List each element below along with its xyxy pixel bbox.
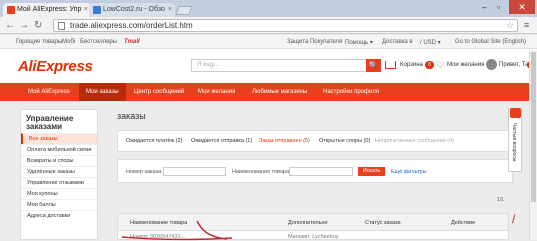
nav-profile-settings[interactable]: Настройки профиля [323,83,379,101]
page-icon [58,22,65,30]
robot-icon [510,108,521,118]
tab-unread-messages[interactable]: Непрочитанные сообщения (4) [375,138,454,144]
tab-shipped[interactable]: Заказ отправлен (5) [259,138,310,144]
wishlist-label[interactable]: Мои желания [447,62,484,68]
faq-label: Частые вопросы [511,123,517,162]
maximize-icon[interactable]: ▫ [497,1,500,13]
new-tab-button[interactable] [175,6,193,15]
back-icon[interactable]: ← [5,19,15,32]
browser-tab-lowcost[interactable]: LowCost2.ru - Обзо × [89,3,175,17]
handwritten-mark: / [512,212,516,226]
nav-message-center[interactable]: Центр сообщений [134,83,184,101]
util-global-site[interactable]: Go to Global Site (English) [455,39,526,45]
col-extra: Дополнительно [288,220,328,226]
nav-wishlist[interactable]: Мои желания [198,83,235,101]
nav-favorite-stores[interactable]: Любимые магазины [252,83,307,101]
faq-widget[interactable]: Частые вопросы [508,108,522,172]
url-text: trade.aliexpress.com/orderList.htm [70,21,193,30]
util-ship-to[interactable]: Доставка в [382,39,413,45]
tab-awaiting-payment[interactable]: Ожидается платёж (2) [126,138,183,144]
scrollbar-thumb[interactable] [531,52,536,202]
site-header: AliExpress Я ищу... 🔍 Корзина 0 ♡ Мои же… [0,49,537,83]
page-title: заказы [117,111,146,121]
cart-icon[interactable] [385,61,396,69]
nav-my-aliexpress[interactable]: Мой AliExpress [28,83,70,101]
avatar[interactable] [486,59,497,70]
sidebar-item-disputes[interactable]: Возвраты и споры [21,155,97,166]
tab-awaiting-shipment[interactable]: Ожидается отправка (1) [191,138,252,144]
browser-tab-aliexpress[interactable]: Мой AliExpress: Упр × [3,3,91,17]
sidebar-item-deleted-orders[interactable]: Удалённые заказы [21,166,97,177]
more-filters-link[interactable]: Ещё фильтры [391,169,427,175]
page-scrollbar[interactable] [529,50,537,240]
product-name-input[interactable] [289,167,353,176]
order-number-label: Номер заказа: [126,169,163,175]
order-filter: Номер заказа: Наименования товара: Искат… [117,159,513,183]
filter-search-button[interactable]: Искать [358,167,385,176]
order-status-tabs: Ожидается платёж (2) Ожидается отправка … [117,130,513,152]
search-button[interactable]: 🔍 [366,59,381,72]
aliexpress-logo[interactable]: AliExpress [18,58,93,75]
reload-icon[interactable]: ↻ [34,19,42,32]
greeting-text[interactable]: Привет, Та [499,62,528,68]
col-action: Действие [451,220,476,226]
lowcost-favicon-icon [93,6,101,14]
handwritten-annotation [121,220,233,241]
orders-sidebar: Управление заказами Все заказы Оплата мо… [20,109,98,240]
search-input[interactable]: Я ищу... [191,59,367,72]
util-link-bestsellers[interactable]: Бестселлеры [80,39,117,45]
tab-open-disputes[interactable]: Открытые споры (0) [319,138,370,144]
cart-label[interactable]: Корзина [400,62,423,68]
order-number-input[interactable] [163,167,226,176]
sidebar-item-addresses[interactable]: Адреса доставки [21,210,97,221]
pagination[interactable]: 1/1 [497,197,504,203]
sidebar-item-mobile-payment[interactable]: Оплата мобильной связи [21,144,97,155]
page-body: Управление заказами Все заказы Оплата мо… [0,101,537,240]
forward-icon[interactable]: → [19,19,29,32]
tab-label: Мой AliExpress: Упр [17,6,82,13]
util-currency[interactable]: / USD ▾ [420,39,441,46]
heart-icon[interactable]: ♡ [436,60,444,71]
window-close-button[interactable]: ✕ [509,0,535,14]
minimize-icon[interactable]: – [482,1,487,13]
col-status: Статус заказа [365,220,401,226]
sidebar-item-points[interactable]: Мои баллы [21,199,97,210]
top-utility-bar: Горящие товары Мобi Бестселлеры Tmall За… [0,35,537,49]
util-link-hot[interactable]: Горящие товары [16,39,62,45]
close-tab-icon[interactable]: × [84,3,88,17]
aliexpress-favicon-icon [7,6,15,14]
store-cell[interactable]: Магазин: Lycheebuy [288,234,339,240]
sidebar-item-coupons[interactable]: Мои купоны [21,188,97,199]
bookmark-star-icon[interactable]: ☆ [506,20,514,31]
sidebar-item-all-orders[interactable]: Все заказы [21,133,97,144]
account-nav: Мой AliExpress Мои заказы Центр сообщени… [0,83,537,101]
browser-tab-bar: Мой AliExpress: Упр × LowCost2.ru - Обзо… [0,0,537,17]
cart-count-badge: 0 [425,61,434,69]
browser-menu-icon[interactable]: ≡ [524,20,533,30]
product-name-label: Наименования товара: [232,169,291,175]
close-tab-icon[interactable]: × [168,3,172,17]
util-link-mobile[interactable]: Мобi [62,39,75,45]
tmall-logo[interactable]: Tmall [124,39,140,45]
sidebar-title: Управление заказами [26,114,74,131]
util-link-help[interactable]: Помощь ▾ [345,39,373,46]
tab-label: LowCost2.ru - Обзо [103,6,165,13]
nav-my-orders[interactable]: Мои заказы [79,83,126,101]
util-link-buyer-protection[interactable]: Защита Покупателя [287,39,342,45]
sidebar-item-feedback[interactable]: Управление отзывами [21,177,97,188]
browser-toolbar: ← → ↻ trade.aliexpress.com/orderList.htm… [0,17,537,34]
address-bar[interactable]: trade.aliexpress.com/orderList.htm ☆ [53,19,518,32]
